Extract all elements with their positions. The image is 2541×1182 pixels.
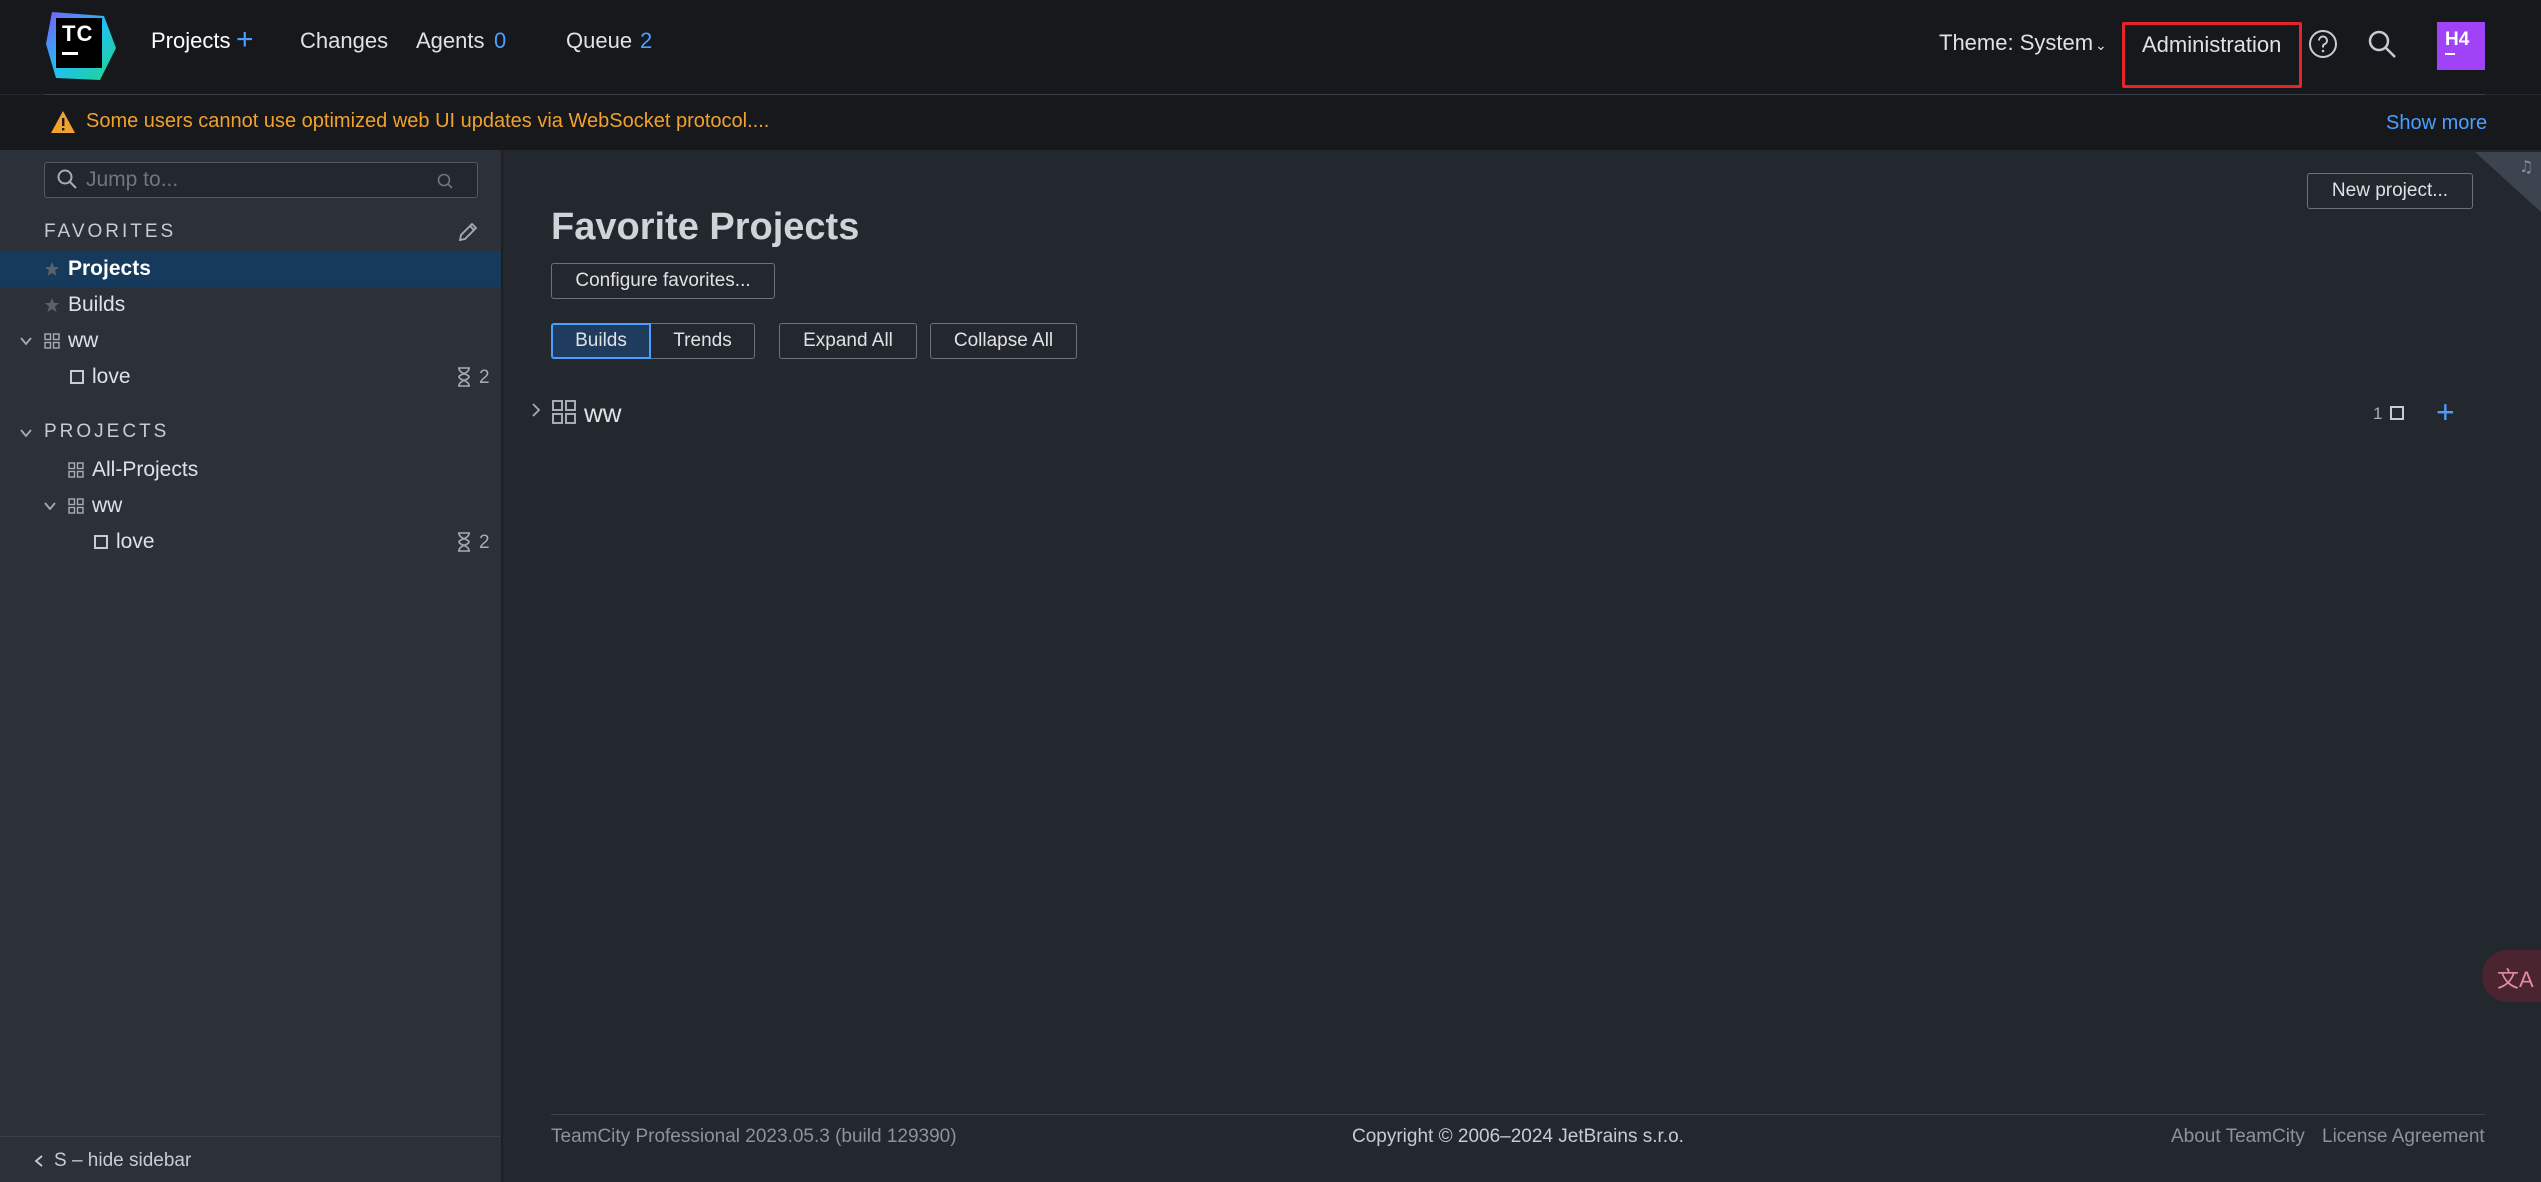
build-config-icon <box>2390 406 2404 420</box>
nav-agents[interactable]: Agents <box>416 28 485 54</box>
warning-icon <box>51 111 75 133</box>
chevron-right-icon[interactable] <box>528 402 544 418</box>
jump-to-input[interactable] <box>86 166 416 194</box>
footer-divider <box>551 1114 2485 1115</box>
page-title: Favorite Projects <box>551 206 860 248</box>
project-build-count: 1 <box>2373 404 2383 423</box>
search-icon <box>57 169 77 189</box>
build-label: love <box>92 365 131 388</box>
project-label: All-Projects <box>92 458 199 481</box>
agents-count[interactable]: 0 <box>494 28 506 54</box>
projects-item-love[interactable]: love 2 <box>0 524 501 560</box>
favorites-item-label: Projects <box>68 257 151 280</box>
queue-count: 2 <box>479 367 490 388</box>
project-grid-icon <box>552 400 576 424</box>
project-grid-icon <box>68 498 84 514</box>
chevron-down-icon[interactable] <box>18 425 34 441</box>
chevron-down-icon: ⌄ <box>2095 37 2107 53</box>
projects-item-all-projects[interactable]: All-Projects <box>0 452 501 488</box>
chevron-left-icon[interactable] <box>32 1154 46 1168</box>
tab-builds[interactable]: Builds <box>551 323 651 359</box>
project-label: ww <box>68 329 99 352</box>
favorites-item-builds[interactable]: Builds <box>0 287 501 323</box>
configure-favorites-button[interactable]: Configure favorites... <box>551 263 775 299</box>
project-grid-icon <box>68 462 84 478</box>
footer-version: TeamCity Professional 2023.05.3 (build 1… <box>551 1126 957 1147</box>
pencil-icon[interactable] <box>456 220 480 244</box>
favorites-section-title: FAVORITES <box>44 221 177 242</box>
sidebar-divider <box>0 1136 501 1137</box>
about-teamcity-link[interactable]: About TeamCity <box>2171 1126 2305 1148</box>
star-icon <box>45 262 59 276</box>
add-build-plus-icon[interactable]: + <box>2436 396 2455 428</box>
favorites-build-love[interactable]: love 2 <box>0 359 501 395</box>
show-more-link[interactable]: Show more <box>2386 112 2487 135</box>
project-label: ww <box>92 494 123 517</box>
hourglass-icon <box>458 367 470 387</box>
favorites-project-ww[interactable]: ww <box>0 323 501 359</box>
nav-projects[interactable]: Projects <box>151 28 230 54</box>
theme-label: Theme: System <box>1939 30 2094 55</box>
user-avatar[interactable]: H4 <box>2437 22 2485 70</box>
projects-section-title[interactable]: PROJECTS <box>44 421 169 443</box>
search-small-icon <box>437 173 453 189</box>
build-label: love <box>116 530 155 553</box>
logo-text: TC <box>62 21 94 46</box>
star-icon <box>45 298 59 312</box>
license-agreement-link[interactable]: License Agreement <box>2322 1126 2485 1148</box>
projects-item-ww[interactable]: ww <box>0 488 501 524</box>
chevron-down-icon[interactable] <box>42 498 58 514</box>
build-config-icon <box>94 535 108 549</box>
queue-count[interactable]: 2 <box>640 28 652 54</box>
corner-widget-icon[interactable]: ♫ <box>2475 152 2541 212</box>
chevron-down-icon[interactable] <box>18 333 34 349</box>
nav-changes[interactable]: Changes <box>300 28 388 54</box>
hourglass-icon <box>458 532 470 552</box>
hide-sidebar-link[interactable]: S – hide sidebar <box>54 1150 191 1172</box>
nav-queue[interactable]: Queue <box>566 28 632 54</box>
teamcity-logo[interactable]: TC <box>44 8 120 84</box>
search-icon[interactable] <box>2366 28 2398 60</box>
collapse-all-button[interactable]: Collapse All <box>930 323 1077 359</box>
logo-mark: TC <box>56 18 102 68</box>
favorites-item-label: Builds <box>68 293 126 316</box>
avatar-initials: H4 <box>2445 29 2470 50</box>
administration-link[interactable]: Administration <box>2142 32 2281 58</box>
svg-text:♫: ♫ <box>2519 157 2533 176</box>
favorites-item-projects[interactable]: Projects <box>0 251 501 287</box>
footer-copyright: Copyright © 2006–2024 JetBrains s.r.o. <box>1352 1126 1684 1147</box>
tab-trends[interactable]: Trends <box>651 323 755 359</box>
new-project-button[interactable]: New project... <box>2307 173 2473 209</box>
queue-count: 2 <box>479 532 490 553</box>
expand-all-button[interactable]: Expand All <box>779 323 917 359</box>
add-project-plus-icon[interactable]: + <box>236 25 254 55</box>
build-config-icon <box>70 370 84 384</box>
translate-icon[interactable]: 文A <box>2497 962 2534 994</box>
help-icon[interactable] <box>2307 28 2339 60</box>
theme-selector[interactable]: Theme: System ⌄ <box>1939 30 2107 56</box>
warning-message: Some users cannot use optimized web UI u… <box>86 110 770 132</box>
project-grid-icon <box>44 333 60 349</box>
project-row-name[interactable]: ww <box>584 398 622 429</box>
